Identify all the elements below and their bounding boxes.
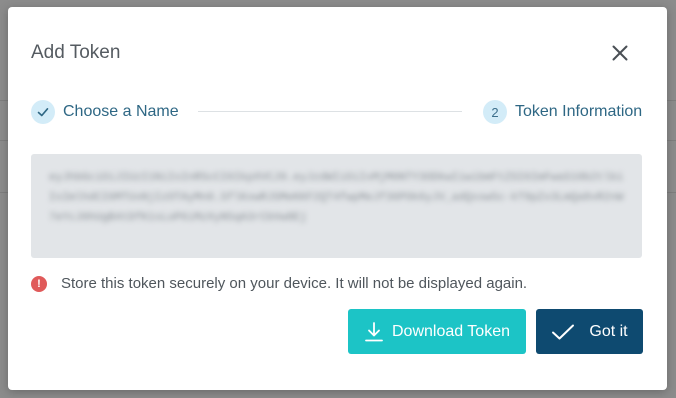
checkmark-icon bbox=[552, 324, 575, 339]
dialog-title: Add Token bbox=[31, 42, 121, 63]
close-icon bbox=[612, 45, 628, 61]
warning-message: ! Store this token securely on your devi… bbox=[31, 275, 527, 292]
token-display[interactable]: eyJhbGciOiJIUzI1NiIsInR5cCI6IkpXVCJ9.eyJ… bbox=[31, 154, 642, 258]
step-choose-name[interactable]: Choose a Name bbox=[31, 99, 179, 125]
step-label: Choose a Name bbox=[63, 103, 179, 120]
stepper-connector bbox=[198, 111, 462, 112]
warning-text: Store this token securely on your device… bbox=[61, 275, 528, 292]
step-completed-marker bbox=[31, 100, 55, 124]
token-value: eyJhbGciOiJIUzI1NiIsInR5cCI6IkpXVCJ9.eyJ… bbox=[49, 172, 624, 224]
step-label: Token Information bbox=[515, 103, 643, 120]
alert-icon: ! bbox=[31, 275, 47, 292]
got-it-label: Got it bbox=[589, 322, 628, 340]
got-it-button[interactable]: Got it bbox=[536, 309, 643, 354]
step-token-information[interactable]: 2 Token Information bbox=[483, 99, 642, 125]
add-token-dialog: Add Token Choose a Name 2 Token Informat… bbox=[8, 7, 667, 390]
download-icon bbox=[365, 321, 383, 341]
download-token-button[interactable]: Download Token bbox=[348, 309, 526, 354]
step-number-marker: 2 bbox=[483, 100, 507, 124]
download-token-label: Download Token bbox=[391, 322, 510, 340]
close-button[interactable] bbox=[608, 41, 632, 65]
checkmark-icon bbox=[37, 107, 49, 117]
